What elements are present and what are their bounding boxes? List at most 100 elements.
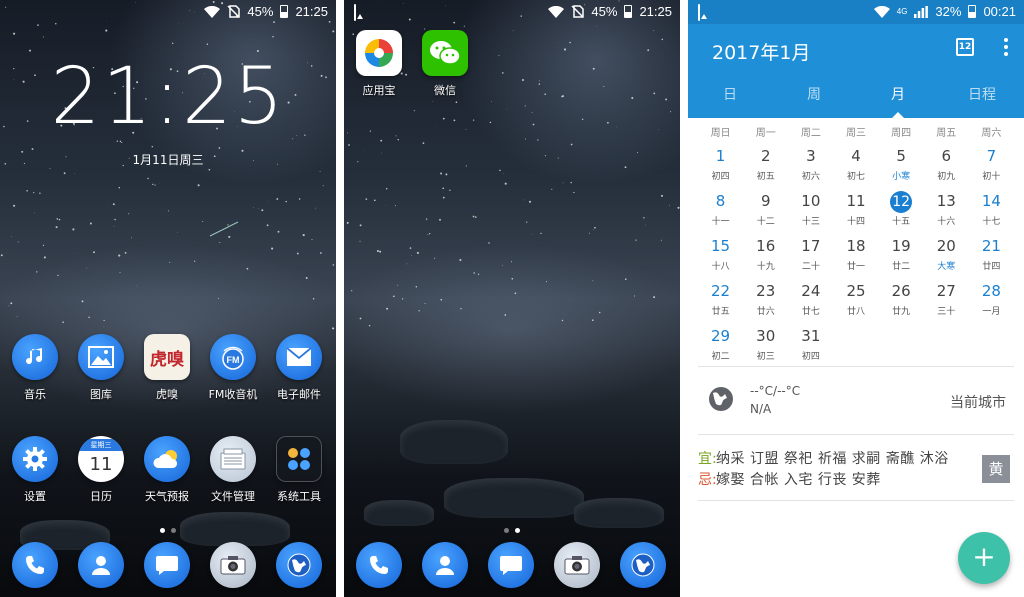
page-dot xyxy=(171,528,176,533)
app-email[interactable]: 电子邮件 xyxy=(267,334,331,402)
wifi-icon xyxy=(204,5,221,18)
app-file-manager[interactable]: 文件管理 xyxy=(201,436,265,504)
weekday-label: 周二 xyxy=(800,128,821,139)
camera-icon xyxy=(554,542,600,588)
day-cell[interactable]: 28 一月 xyxy=(969,281,1014,326)
day-cell[interactable]: 10 十三 xyxy=(788,191,833,236)
day-cell[interactable]: 15 十八 xyxy=(698,236,743,281)
weather-row[interactable]: --°C/--°C N/A 当前城市 xyxy=(698,378,1014,428)
home-screen-2: 45% 21:25 应用宝 微信 xyxy=(344,0,680,597)
lunar-date: 十六 xyxy=(937,217,956,227)
phone-icon xyxy=(12,542,58,588)
camera-icon xyxy=(210,542,256,588)
app-yingyongbao[interactable]: 应用宝 xyxy=(347,30,411,98)
almanac-row[interactable]: 宜:纳采 订盟 祭祀 祈福 求嗣 斋醮 沐浴 忌:嫁娶 合帐 入宅 行丧 安葬 … xyxy=(698,448,1014,494)
lunar-date: 廿七 xyxy=(801,307,820,317)
app-huxiu[interactable]: 虎嗅 虎嗅 xyxy=(135,334,199,402)
month-title[interactable]: 2017年1月 xyxy=(712,38,810,65)
weekday-label: 周三 xyxy=(845,128,866,139)
day-cell[interactable]: 26 廿九 xyxy=(879,281,924,326)
add-event-button[interactable]: + xyxy=(958,532,1010,584)
day-number: 7 xyxy=(986,147,997,165)
tab-month[interactable]: 月 xyxy=(856,84,940,118)
app-label: 天气预报 xyxy=(145,490,189,503)
app-gallery[interactable]: 图库 xyxy=(69,334,133,402)
lunar-date: 廿二 xyxy=(892,262,911,272)
day-cell[interactable]: 17 二十 xyxy=(788,236,833,281)
dock-browser[interactable] xyxy=(611,542,675,588)
page-indicator xyxy=(0,528,336,533)
day-cell[interactable]: 29 初二 xyxy=(698,326,743,371)
day-number: 8 xyxy=(715,192,726,210)
day-cell[interactable]: 12 十五 xyxy=(879,191,924,236)
divider xyxy=(698,366,1014,367)
weekday-label: 周四 xyxy=(891,128,912,139)
more-options-icon[interactable] xyxy=(1004,38,1008,58)
day-cell[interactable]: 22 廿五 xyxy=(698,281,743,326)
day-cell[interactable]: 2 初五 xyxy=(743,146,788,191)
battery-percent: 45% xyxy=(247,4,274,19)
day-cell[interactable]: 31 初四 xyxy=(788,326,833,371)
day-cell[interactable]: 9 十二 xyxy=(743,191,788,236)
day-cell[interactable]: 27 三十 xyxy=(924,281,969,326)
go-to-today-icon[interactable]: 12 xyxy=(956,38,974,56)
view-tabs: 日 周 月 日程 xyxy=(688,84,1024,118)
almanac-badge[interactable]: 黄 xyxy=(982,455,1010,483)
app-fm-radio[interactable]: FM FM收音机 xyxy=(201,334,265,402)
app-wechat[interactable]: 微信 xyxy=(413,30,477,98)
app-settings[interactable]: 设置 xyxy=(3,436,67,504)
day-cell[interactable]: 4 初七 xyxy=(833,146,878,191)
clock-widget[interactable]: 21:25 xyxy=(0,52,336,142)
day-cell[interactable]: 25 廿八 xyxy=(833,281,878,326)
day-number: 11 xyxy=(846,192,866,210)
day-cell[interactable]: 8 十一 xyxy=(698,191,743,236)
dock xyxy=(0,542,336,590)
tab-week[interactable]: 周 xyxy=(772,84,856,118)
app-calendar[interactable]: 星期三 11 日历 xyxy=(69,436,133,504)
dock-contacts[interactable] xyxy=(413,542,477,588)
dock-contacts[interactable] xyxy=(69,542,133,588)
weather-city[interactable]: 当前城市 xyxy=(950,392,1006,412)
dock-phone[interactable] xyxy=(347,542,411,588)
app-label: 日历 xyxy=(90,490,112,503)
app-weather[interactable]: 天气预报 xyxy=(135,436,199,504)
day-cell[interactable]: 5 小寒 xyxy=(879,146,924,191)
dock-messages[interactable] xyxy=(135,542,199,588)
day-cell[interactable]: 24 廿七 xyxy=(788,281,833,326)
day-cell[interactable]: 23 廿六 xyxy=(743,281,788,326)
app-music[interactable]: 音乐 xyxy=(3,334,67,402)
lunar-date: 廿六 xyxy=(756,307,775,317)
day-cell[interactable]: 21 廿四 xyxy=(969,236,1014,281)
day-number: 15 xyxy=(711,237,731,255)
tab-agenda[interactable]: 日程 xyxy=(940,84,1024,118)
tab-day[interactable]: 日 xyxy=(688,84,772,118)
day-cell[interactable]: 1 初四 xyxy=(698,146,743,191)
lunar-date: 一月 xyxy=(982,307,1001,317)
day-cell[interactable]: 18 廿一 xyxy=(833,236,878,281)
day-number: 20 xyxy=(936,237,956,255)
dock-camera[interactable] xyxy=(201,542,265,588)
day-cell[interactable]: 11 十四 xyxy=(833,191,878,236)
day-cell[interactable]: 3 初六 xyxy=(788,146,833,191)
day-cell[interactable]: 20 大寒 xyxy=(924,236,969,281)
day-cell[interactable]: 6 初九 xyxy=(924,146,969,191)
day-cell[interactable]: 14 十七 xyxy=(969,191,1014,236)
day-number: 14 xyxy=(981,192,1001,210)
dock-messages[interactable] xyxy=(479,542,543,588)
dock-browser[interactable] xyxy=(267,542,331,588)
email-icon xyxy=(276,334,322,380)
day-cell[interactable]: 13 十六 xyxy=(924,191,969,236)
lunar-date: 十二 xyxy=(756,217,775,227)
day-cell[interactable]: 7 初十 xyxy=(969,146,1014,191)
network-type: 4G xyxy=(896,7,908,16)
dock-phone[interactable] xyxy=(3,542,67,588)
signal-icon xyxy=(914,5,929,18)
dock-camera[interactable] xyxy=(545,542,609,588)
day-cell[interactable]: 30 初三 xyxy=(743,326,788,371)
wifi-icon xyxy=(548,5,565,18)
day-cell[interactable]: 19 廿二 xyxy=(879,236,924,281)
day-cell[interactable]: 16 十九 xyxy=(743,236,788,281)
lunar-date: 十九 xyxy=(756,262,775,272)
app-system-tools-folder[interactable]: 系统工具 xyxy=(267,436,331,504)
battery-icon xyxy=(968,5,977,18)
